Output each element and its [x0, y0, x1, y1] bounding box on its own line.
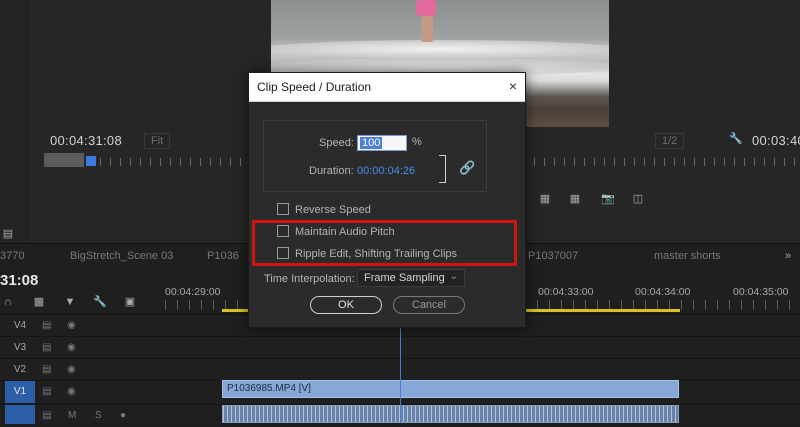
reverse-speed-label: Reverse Speed — [295, 204, 371, 216]
percent-unit: % — [412, 136, 422, 148]
insert-icon[interactable]: ▦ — [537, 193, 553, 205]
link-icon[interactable]: 🔗 — [459, 160, 475, 176]
clip-speed-dialog: Clip Speed / Duration × Speed: 100 % Dur… — [248, 72, 526, 328]
tab-overflow-icon[interactable]: » — [785, 250, 791, 262]
time-interpolation-label: Time Interpolation: — [264, 273, 355, 285]
tab-p1036[interactable]: P1036 — [207, 250, 239, 262]
ok-button[interactable]: OK — [310, 296, 382, 314]
camera-icon[interactable]: 📷 — [600, 193, 616, 205]
close-icon[interactable]: × — [509, 78, 517, 94]
speed-value: 100 — [360, 137, 383, 149]
time-interpolation-select[interactable]: Frame Sampling ⌄ — [357, 269, 465, 287]
tab-sequence[interactable]: 3770 — [0, 250, 24, 262]
speed-duration-group — [263, 120, 487, 192]
video-clip[interactable]: P1036985.MP4 [V] — [222, 380, 679, 398]
duration-label: Duration: — [309, 165, 354, 177]
eye-icon[interactable]: ◉ — [67, 337, 76, 359]
eye-icon[interactable]: ◉ — [67, 381, 76, 403]
source-timecode[interactable]: 00:03:40 — [752, 133, 800, 148]
lock-icon[interactable]: ▤ — [42, 405, 51, 427]
film-icon[interactable]: ▤ — [42, 381, 51, 403]
linked-selection-icon[interactable]: ▩ — [31, 296, 47, 308]
wrench-icon[interactable]: 🔧 — [728, 133, 744, 145]
child-legs — [421, 16, 433, 42]
solo-icon[interactable]: S — [95, 405, 102, 427]
microphone-icon[interactable]: ● — [120, 405, 126, 427]
film-icon[interactable]: ▤ — [42, 359, 51, 381]
wrench-icon[interactable]: 🔧 — [92, 296, 108, 308]
dialog-titlebar[interactable]: Clip Speed / Duration × — [249, 73, 525, 102]
snap-icon[interactable]: ∩ — [0, 296, 16, 308]
dialog-title: Clip Speed / Duration — [257, 80, 372, 94]
ruler-time: 00:04:34:00 — [635, 286, 691, 298]
time-interpolation-value: Frame Sampling — [364, 272, 445, 284]
reverse-speed-checkbox[interactable] — [277, 203, 289, 215]
audio-clip[interactable] — [222, 405, 679, 423]
track-label-v4[interactable]: V4 — [5, 315, 35, 337]
reverse-speed-row[interactable]: Reverse Speed — [277, 203, 371, 216]
chevron-down-icon: ⌄ — [449, 271, 458, 282]
track-label-v2[interactable]: V2 — [5, 359, 35, 381]
track-label-a1[interactable] — [5, 405, 35, 424]
ruler-time: 00:04:35:00 — [733, 286, 789, 298]
eye-icon[interactable]: ◉ — [67, 315, 76, 337]
fit-dropdown[interactable]: Fit — [144, 133, 171, 149]
tab-master-shorts[interactable]: master shorts — [654, 250, 721, 262]
child-figure — [416, 0, 436, 16]
tab-p1037007[interactable]: P1037007 — [528, 250, 578, 262]
mini-ruler[interactable] — [100, 158, 248, 166]
playhead-marker[interactable] — [86, 156, 96, 166]
film-icon[interactable]: ▤ — [42, 315, 51, 337]
tab-bigstretch[interactable]: BigStretch_Scene 03 — [70, 250, 173, 262]
clip-label: P1036985.MP4 [V] — [227, 383, 311, 394]
captions-icon[interactable]: ▣ — [122, 296, 138, 308]
eye-icon[interactable]: ◉ — [67, 359, 76, 381]
marker-icon[interactable]: ▼ — [62, 296, 78, 308]
timeline-timecode[interactable]: 31:08 — [0, 272, 38, 289]
link-bracket — [439, 155, 446, 183]
cancel-button[interactable]: Cancel — [393, 296, 465, 314]
speed-label: Speed: — [319, 137, 354, 149]
ruler-time: 00:04:33:00 — [538, 286, 594, 298]
compare-icon[interactable]: ◫ — [630, 193, 646, 205]
highlight-annotation — [252, 220, 517, 266]
track-label-v1[interactable]: V1 — [5, 381, 35, 403]
mini-ruler-right[interactable] — [524, 158, 800, 166]
speed-input[interactable]: 100 — [357, 135, 407, 151]
mini-clip-thumb — [44, 153, 84, 167]
panel-edge-icon[interactable]: ▤ — [0, 228, 16, 240]
work-area-bar[interactable] — [520, 309, 680, 312]
resolution-dropdown[interactable]: 1/2 — [655, 133, 685, 149]
ruler-time: 00:04:29:00 — [165, 286, 221, 298]
wave-foam — [271, 40, 609, 58]
duration-value[interactable]: 00:00:04:26 — [357, 165, 415, 177]
film-icon[interactable]: ▤ — [42, 337, 51, 359]
mute-icon[interactable]: M — [68, 405, 76, 427]
track-label-v3[interactable]: V3 — [5, 337, 35, 359]
overwrite-icon[interactable]: ▦ — [567, 193, 583, 205]
program-timecode[interactable]: 00:04:31:08 — [50, 133, 122, 148]
